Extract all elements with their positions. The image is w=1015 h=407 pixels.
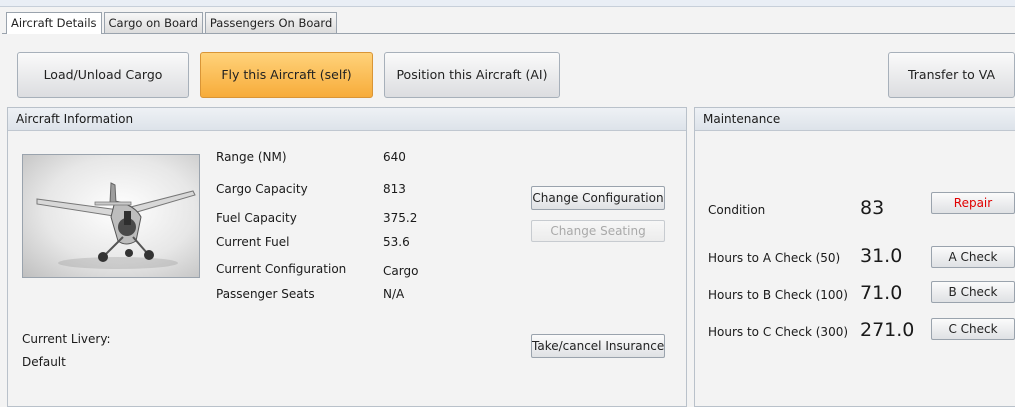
- range-label: Range (NM): [216, 150, 287, 164]
- tab-bar: Aircraft Details Cargo on Board Passenge…: [6, 12, 339, 34]
- passenger-seats-value: N/A: [383, 287, 405, 301]
- tab-aircraft-details[interactable]: Aircraft Details: [6, 12, 102, 34]
- current-configuration-value: Cargo: [383, 264, 419, 278]
- change-configuration-button[interactable]: Change Configuration: [531, 186, 665, 210]
- load-unload-cargo-button[interactable]: Load/Unload Cargo: [17, 52, 189, 98]
- condition-label: Condition: [708, 203, 766, 217]
- change-seating-button[interactable]: Change Seating: [531, 220, 665, 242]
- current-configuration-label: Current Configuration: [216, 262, 347, 276]
- aircraft-information-header: Aircraft Information: [8, 108, 686, 131]
- cargo-capacity-value: 813: [383, 182, 406, 196]
- range-value: 640: [383, 150, 406, 164]
- current-fuel-label: Current Fuel: [216, 235, 290, 249]
- window-top-strip: [0, 0, 1015, 7]
- c-check-hours: 271.0: [860, 319, 915, 341]
- aircraft-photo-icon: [36, 182, 196, 269]
- c-check-button[interactable]: C Check: [931, 318, 1015, 340]
- fuel-capacity-label: Fuel Capacity: [216, 211, 297, 225]
- current-livery-label: Current Livery:: [22, 332, 111, 346]
- current-fuel-value: 53.6: [383, 235, 410, 249]
- a-check-button[interactable]: A Check: [931, 246, 1015, 268]
- repair-button[interactable]: Repair: [931, 192, 1015, 214]
- current-livery-value: Default: [22, 355, 66, 369]
- c-check-label: Hours to C Check (300): [708, 325, 849, 339]
- condition-value: 83: [860, 197, 885, 219]
- a-check-label: Hours to A Check (50): [708, 251, 841, 265]
- take-cancel-insurance-button[interactable]: Take/cancel Insurance: [531, 334, 665, 358]
- tab-cargo-on-board[interactable]: Cargo on Board: [103, 12, 203, 33]
- fly-this-aircraft-button[interactable]: Fly this Aircraft (self): [200, 52, 373, 98]
- transfer-to-va-button[interactable]: Transfer to VA: [888, 52, 1015, 98]
- b-check-label: Hours to B Check (100): [708, 288, 848, 302]
- position-aircraft-ai-button[interactable]: Position this Aircraft (AI): [384, 52, 560, 98]
- a-check-hours: 31.0: [860, 245, 903, 267]
- maintenance-header: Maintenance: [695, 108, 1015, 131]
- tab-passengers-on-board[interactable]: Passengers On Board: [204, 12, 338, 33]
- fuel-capacity-value: 375.2: [383, 211, 418, 225]
- aircraft-photo: [22, 154, 200, 278]
- b-check-button[interactable]: B Check: [931, 281, 1015, 303]
- cargo-capacity-label: Cargo Capacity: [216, 182, 308, 196]
- b-check-hours: 71.0: [860, 282, 903, 304]
- passenger-seats-label: Passenger Seats: [216, 287, 315, 301]
